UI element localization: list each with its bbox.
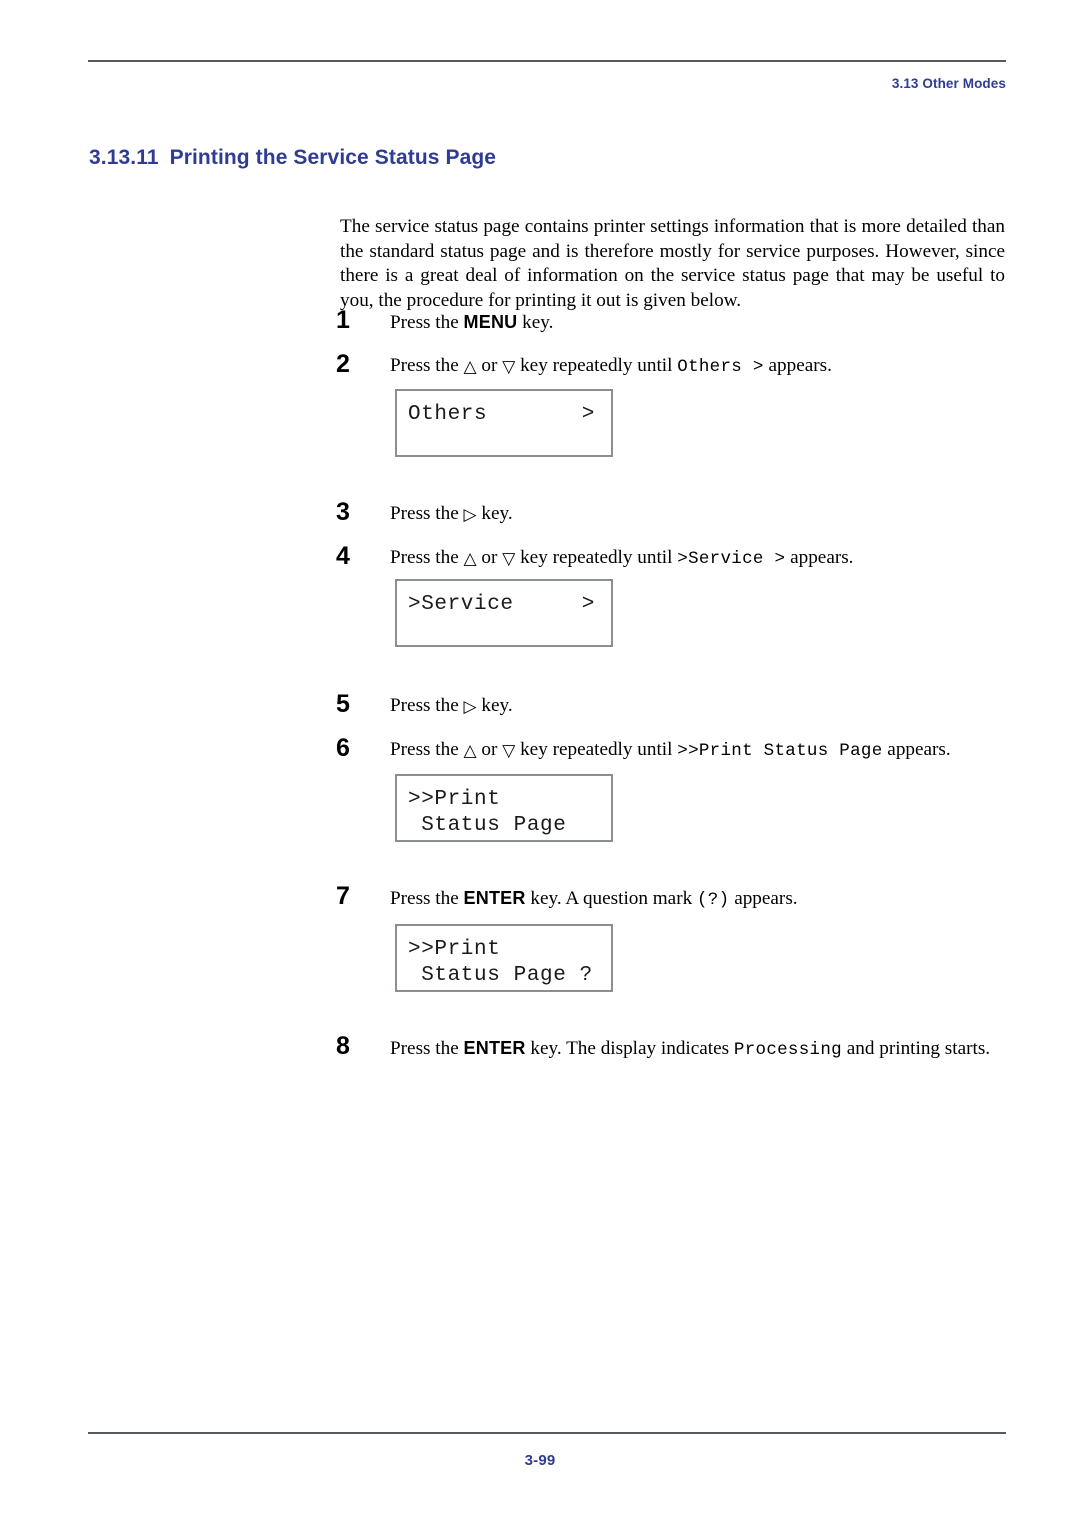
page-title: 3.13.11 Printing the Service Status Page [89,146,496,170]
service-display: >Service > [395,579,613,647]
lcd-line-1-right: > [581,403,595,426]
section-title: Printing the Service Status Page [169,146,497,169]
arrow-key-icon: ▽ [502,549,516,569]
arrow-key-icon: ▷ [463,697,477,717]
print-status-page-confirm-display: >>Print Status Page ? [395,924,613,992]
step-text-run: appears. [882,739,951,760]
step-text-run: appears. [763,355,832,376]
step-instruction: Press the MENU key. [390,310,1008,335]
step-number: 6 [336,734,350,762]
document-page: 3.13 Other Modes 3.13.11 Printing the Ser… [0,0,1080,1528]
step-text-run: or [476,547,503,568]
step-text-run: key. [476,503,513,524]
step-instruction: Press the △ or ▽ key repeatedly until >S… [390,546,1008,571]
step-number: 2 [336,350,350,378]
step-number: 1 [336,306,350,334]
step-text-run: Press the [390,888,464,909]
running-header: 3.13 Other Modes [891,76,1006,91]
arrow-key-icon: △ [463,357,477,377]
step-instruction: Press the ENTER key. The display indicat… [390,1036,1008,1062]
step-number: 4 [336,542,350,570]
page-number: 3-99 [524,1452,556,1469]
arrow-key-icon: △ [463,549,477,569]
step-text-run: Press the [390,355,464,376]
step-instruction: Press the ▷ key. [390,502,1008,526]
step-text-run: key. A question mark [525,888,697,909]
step-text-run: key repeatedly until [515,355,678,376]
arrow-key-icon: ▷ [463,505,477,525]
header-rule [88,60,1006,62]
step-number: 8 [336,1032,350,1060]
lcd-line-1-left: >Service [408,593,514,616]
section-number: 3.13.11 [89,146,159,169]
step-text-run: Press the [390,503,464,524]
step-text-run: key. [476,695,513,716]
print-status-page-display: >>Print Status Page [395,774,613,842]
others-display: Others > [395,389,613,457]
arrow-key-icon: ▽ [502,357,516,377]
lcd-line-1: >Service > [408,592,611,618]
lcd-line-1: Others > [408,402,611,428]
display-text: Processing [733,1040,842,1060]
step-text-run: or [476,355,503,376]
lcd-line-1-left: Others [408,403,488,426]
step-number: 3 [336,498,350,526]
lcd-line-1-left: >>Print [408,938,501,961]
step-text-run: key repeatedly until [515,739,678,760]
step-text-run: appears. [785,547,854,568]
key-label: MENU [463,312,518,332]
arrow-key-icon: △ [463,741,477,761]
lcd-line-2: Status Page ? [408,964,593,987]
key-label: ENTER [463,1038,526,1058]
step-text-run: key repeatedly until [515,547,678,568]
lcd-line-2: Status Page [408,814,567,837]
step-text-run: key. The display indicates [525,1038,734,1059]
step-instruction: Press the ▷ key. [390,694,1008,718]
arrow-key-icon: ▽ [502,741,516,761]
step-instruction: Press the △ or ▽ key repeatedly until >>… [390,738,1008,763]
step-number: 7 [336,882,350,910]
intro-paragraph: The service status page contains printer… [340,216,1005,311]
step-text-run: Press the [390,739,464,760]
step-text-run: or [476,739,503,760]
key-label: ENTER [463,888,526,908]
step-text-run: Press the [390,1038,464,1059]
step-text-run: key. [517,312,554,333]
step-text-run: Press the [390,547,464,568]
step-text-run: Press the [390,312,464,333]
footer-rule [88,1432,1006,1434]
lcd-line-1-right: > [581,593,595,616]
display-text: Others > [677,357,764,377]
lcd-line-1-left: >>Print [408,788,501,811]
step-instruction: Press the △ or ▽ key repeatedly until Ot… [390,354,1008,379]
display-text: (?) [696,890,730,910]
step-text-run: appears. [729,888,798,909]
display-text: >Service > [677,549,786,569]
lcd-line-1: >>Print [408,937,611,963]
step-text-run: Press the [390,695,464,716]
lcd-line-1: >>Print [408,787,611,813]
step-text-run: and printing starts. [841,1038,991,1059]
display-text: >>Print Status Page [677,741,883,761]
step-instruction: Press the ENTER key. A question mark (?)… [390,886,1008,912]
step-number: 5 [336,690,350,718]
